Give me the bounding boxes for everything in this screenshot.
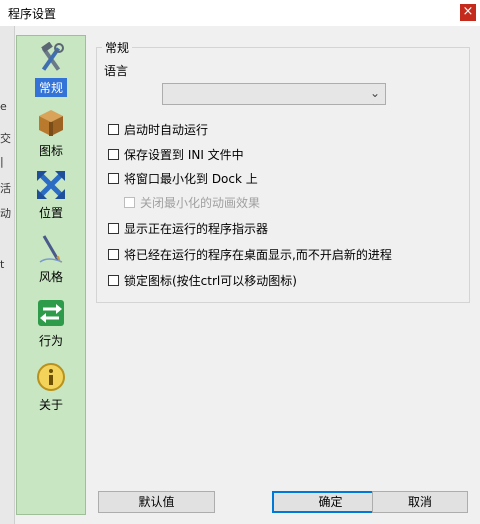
restore-defaults-button[interactable]: 默认值 [98,491,215,513]
language-label: 语言 [104,64,129,78]
sidebar-item-general[interactable]: 常规 [17,42,85,97]
sidebar-item-label: 风格 [38,270,63,284]
window-title: 程序设置 [8,7,57,21]
checkbox[interactable] [108,149,119,160]
title-bar [0,0,480,26]
cancel-button[interactable]: 取消 [372,491,468,513]
box-icon [39,110,63,136]
arrows-icon [37,171,65,199]
settings-sidebar: 常规 图标 位置 风格 行为 关于 [16,35,86,515]
background-text: t [0,258,5,271]
checkbox[interactable] [108,124,119,135]
checkbox[interactable] [108,249,119,260]
option-label: 将已经在运行的程序在桌面显示,而不开启新的进程 [124,248,392,262]
background-text: | [0,155,4,168]
close-icon: × [462,4,474,19]
sidebar-item-label: 位置 [38,206,63,220]
checkbox[interactable] [124,197,135,208]
option-label: 启动时自动运行 [124,123,209,137]
sidebar-item-icons[interactable]: 图标 [17,106,85,159]
sidebar-item-label: 关于 [38,398,63,412]
group-title: 常规 [102,39,133,56]
background-text: 动 [0,207,11,220]
checkbox[interactable] [108,223,119,234]
sidebar-item-label: 图标 [38,144,63,158]
sidebar-item-behavior[interactable]: 行为 [17,298,85,349]
sidebar-item-label: 行为 [38,334,63,348]
background-text: 交 [0,132,11,145]
background-text: e [0,100,7,113]
option-label: 关闭最小化的动画效果 [140,196,261,210]
option-label: 锁定图标(按住ctrl可以移动图标) [124,274,297,288]
option-label: 保存设置到 INI 文件中 [124,148,244,162]
close-button[interactable]: × [460,4,476,21]
tools-icon [41,42,64,71]
option-label: 将窗口最小化到 Dock 上 [124,172,258,186]
switch-arrows-icon [38,300,64,326]
option-label: 显示正在运行的程序指示器 [124,222,269,236]
sidebar-item-about[interactable]: 关于 [17,362,85,413]
checkbox[interactable] [108,275,119,286]
background-text: 活 [0,182,11,195]
info-icon [37,363,65,391]
sidebar-item-style[interactable]: 风格 [17,234,85,285]
chevron-down-icon: ⌄ [369,86,380,100]
pen-icon [39,235,63,263]
checkbox[interactable] [108,173,119,184]
sidebar-item-label: 常规 [35,78,67,97]
sidebar-item-position[interactable]: 位置 [17,170,85,221]
language-select[interactable]: ⌄ [162,83,386,105]
